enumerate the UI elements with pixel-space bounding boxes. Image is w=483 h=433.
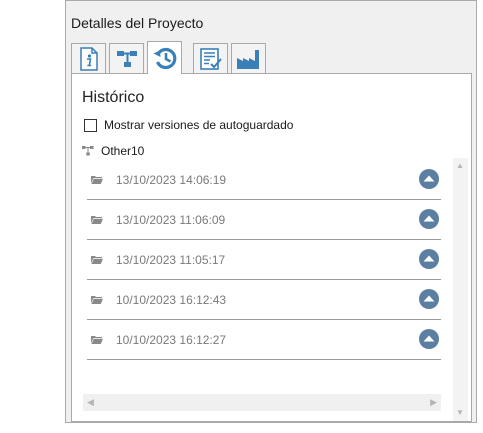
hierarchy-icon: [82, 146, 94, 156]
version-date: 13/10/2023 11:05:17: [116, 252, 226, 267]
tab-production[interactable]: [231, 43, 266, 73]
vertical-scrollbar[interactable]: ▲ ▼: [453, 158, 468, 421]
folder-icon: [91, 215, 103, 224]
tab-structure[interactable]: [109, 43, 144, 73]
version-list: 13/10/2023 14:06:19 13/10/2023 11:06:09: [87, 160, 441, 360]
project-name: Other10: [101, 144, 145, 158]
restore-version-icon[interactable]: [418, 248, 440, 270]
folder-icon: [91, 255, 103, 264]
version-date: 13/10/2023 14:06:19: [116, 172, 227, 187]
checklist-icon: [199, 47, 222, 70]
autosave-checkbox[interactable]: [84, 118, 97, 132]
info-icon: [79, 46, 98, 71]
restore-version-icon[interactable]: [418, 288, 440, 310]
project-details-panel: Detalles del Proyecto Histórico Mostrar …: [65, 0, 477, 423]
tab-history[interactable]: [147, 41, 182, 74]
version-date: 10/10/2023 16:12:27: [116, 332, 227, 347]
restore-version-icon[interactable]: [418, 208, 440, 230]
autosave-checkbox-row[interactable]: Mostrar versiones de autoguardado: [84, 118, 293, 132]
tab-info[interactable]: [71, 43, 106, 73]
version-item[interactable]: 13/10/2023 11:06:09: [87, 200, 441, 240]
folder-icon: [91, 335, 103, 344]
history-icon: [153, 47, 176, 70]
version-item[interactable]: 13/10/2023 11:05:17: [87, 240, 441, 280]
scroll-down-icon[interactable]: ▼: [456, 409, 464, 417]
hierarchy-icon: [116, 50, 137, 67]
scroll-right-icon[interactable]: ▶: [430, 398, 437, 407]
scroll-up-icon[interactable]: ▲: [456, 162, 464, 170]
section-title: Histórico: [82, 89, 145, 106]
folder-icon: [91, 295, 103, 304]
factory-icon: [236, 49, 259, 69]
version-date: 10/10/2023 16:12:43: [116, 292, 227, 307]
restore-version-icon[interactable]: [418, 328, 440, 350]
project-node: Other10: [82, 144, 144, 158]
version-item[interactable]: 10/10/2023 16:12:27: [87, 320, 441, 360]
version-item[interactable]: 10/10/2023 16:12:43: [87, 280, 441, 320]
panel-title: Detalles del Proyecto: [71, 15, 204, 31]
version-date: 13/10/2023 11:06:09: [116, 212, 226, 227]
restore-version-icon[interactable]: [418, 168, 440, 190]
version-item[interactable]: 13/10/2023 14:06:19: [87, 160, 441, 200]
folder-icon: [91, 175, 103, 184]
history-content: Histórico Mostrar versiones de autoguard…: [71, 73, 472, 422]
horizontal-scrollbar[interactable]: ◀ ▶: [83, 394, 441, 411]
autosave-checkbox-label: Mostrar versiones de autoguardado: [104, 118, 294, 132]
scroll-left-icon[interactable]: ◀: [87, 398, 94, 407]
tab-checklist[interactable]: [193, 43, 228, 73]
